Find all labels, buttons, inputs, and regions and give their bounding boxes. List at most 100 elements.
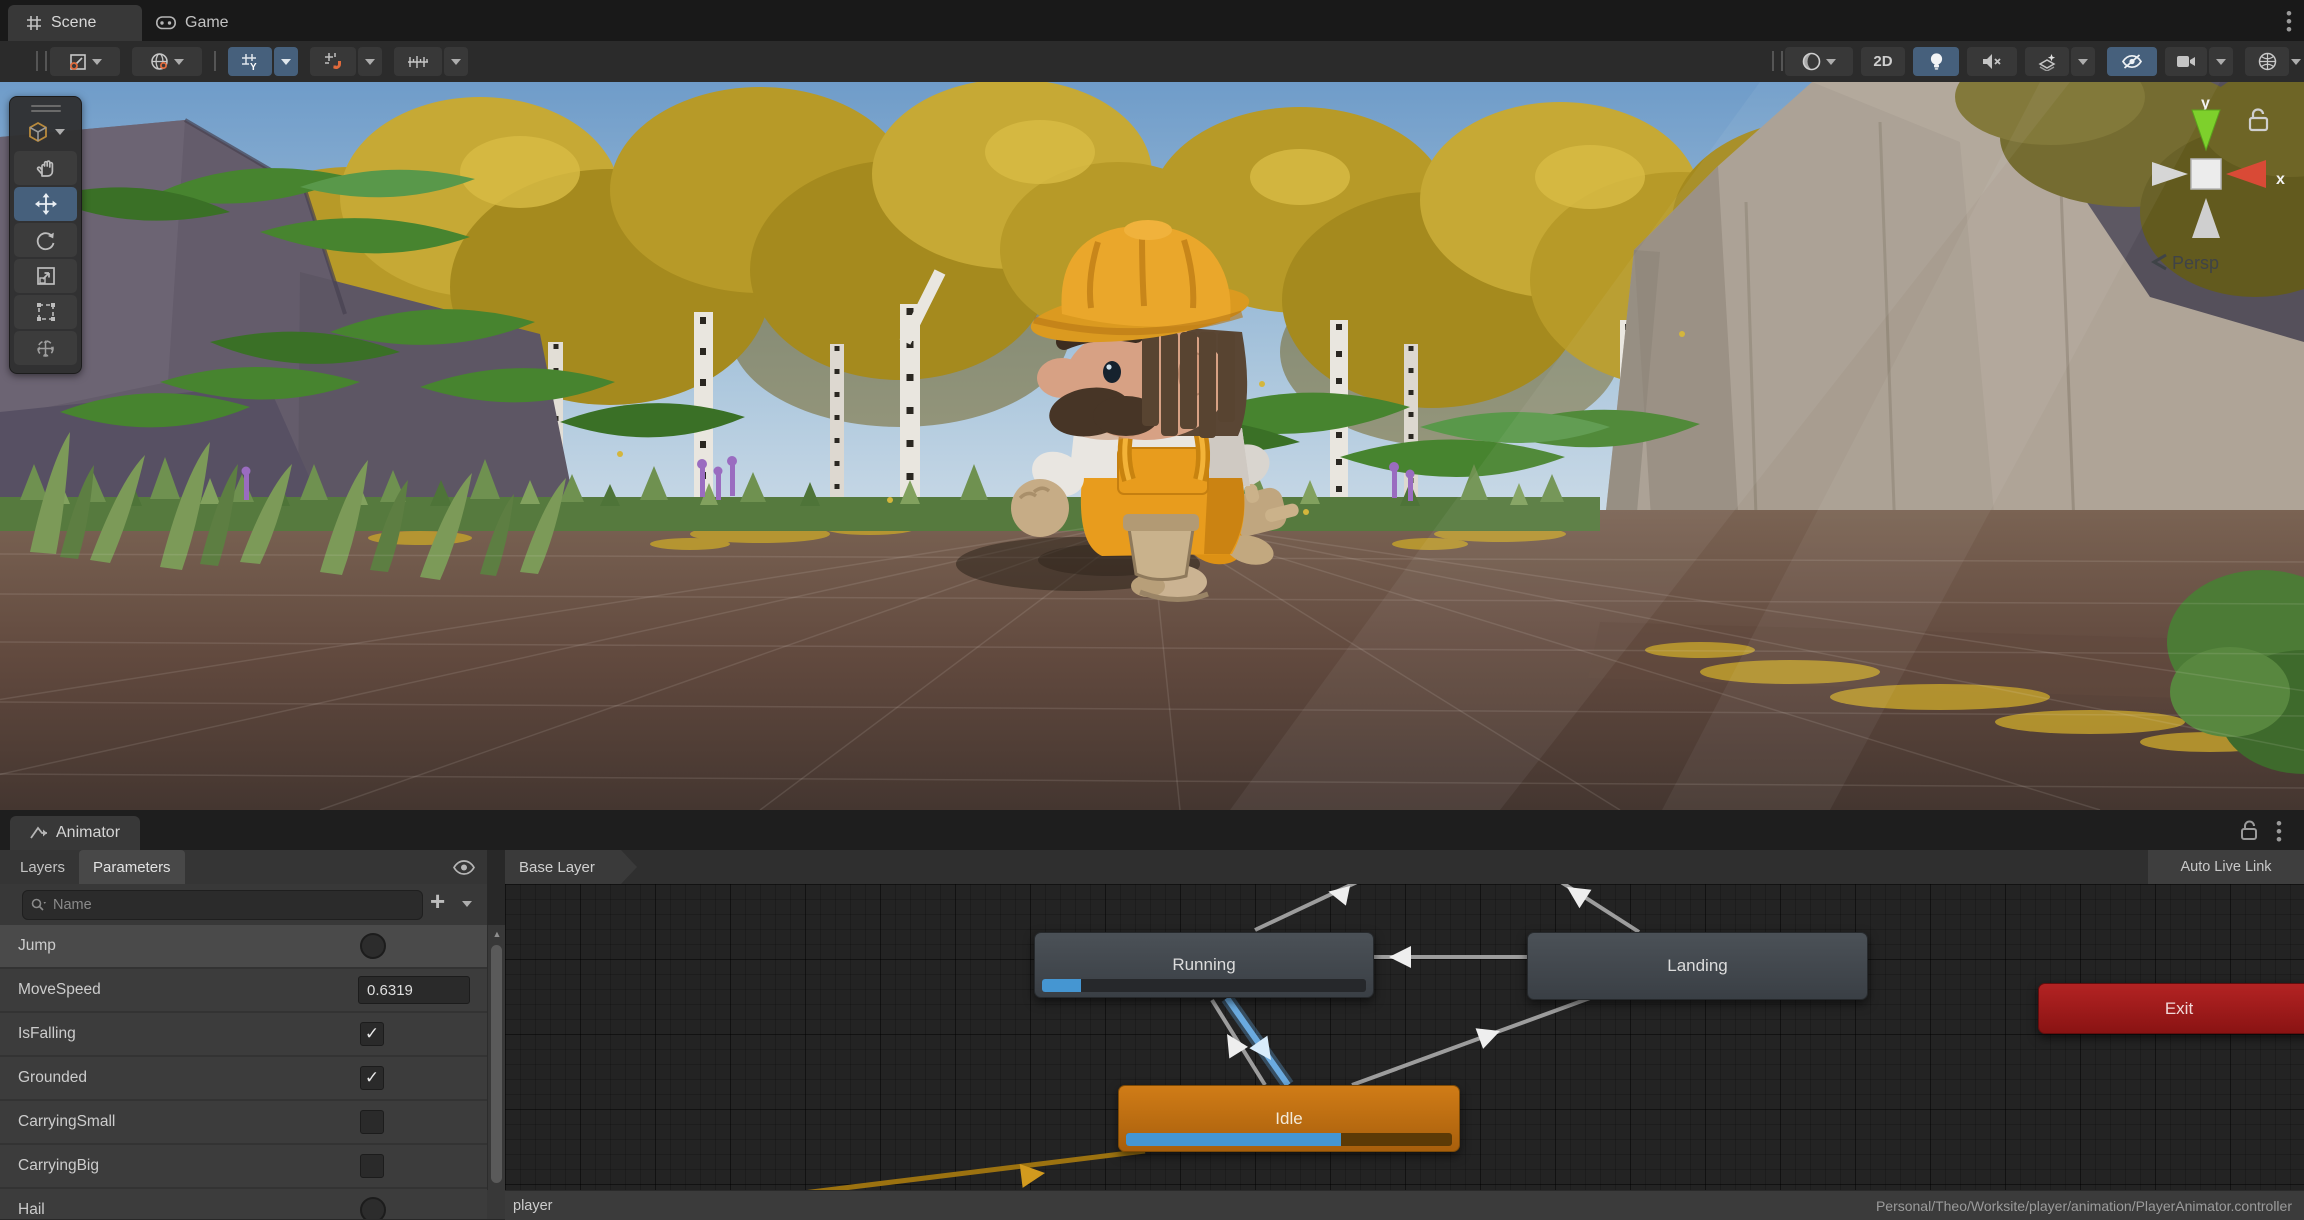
- lock-icon[interactable]: [2250, 110, 2267, 131]
- parameter-row-hail[interactable]: Hail: [0, 1189, 487, 1219]
- snap-settings-button[interactable]: [310, 47, 356, 76]
- auto-live-link-button[interactable]: Auto Live Link: [2148, 850, 2304, 884]
- parameter-row-isfalling[interactable]: IsFalling: [0, 1013, 487, 1057]
- scrollbar-thumb[interactable]: [491, 945, 502, 1183]
- rect-tool-icon: [36, 302, 56, 322]
- animator-status-bar: player Personal/Theo/Worksite/player/ani…: [505, 1190, 2304, 1220]
- view-cube-icon: [27, 121, 49, 143]
- gizmos-button[interactable]: [2245, 47, 2289, 76]
- scale-tool-button[interactable]: [14, 259, 77, 293]
- add-parameter-dropdown[interactable]: [462, 901, 472, 907]
- move-tool-button[interactable]: [14, 187, 77, 221]
- audio-toggle-button[interactable]: [1967, 47, 2017, 76]
- selected-object-label[interactable]: player: [505, 1198, 553, 1214]
- shading-mode-button[interactable]: [1785, 47, 1853, 76]
- checkbox[interactable]: [360, 1154, 384, 1178]
- add-parameter-button[interactable]: +: [430, 886, 445, 917]
- controller-asset-path: Personal/Theo/Worksite/player/animation/…: [1876, 1198, 2304, 1214]
- state-progress-fill: [1042, 979, 1081, 992]
- effects-icon: [2038, 53, 2057, 71]
- gizmo-axis-cone: [2152, 162, 2188, 186]
- parameter-row-jump[interactable]: Jump: [0, 925, 487, 969]
- transform-tool-button[interactable]: [14, 331, 77, 365]
- view-options-button[interactable]: [10, 115, 81, 149]
- chevron-down-icon: [281, 59, 291, 65]
- scene-camera-dropdown[interactable]: [2209, 47, 2233, 76]
- increment-snap-dropdown[interactable]: [444, 47, 468, 76]
- parameter-name: Hail: [18, 1201, 45, 1219]
- projection-label[interactable]: Persp: [2154, 253, 2219, 273]
- gizmo-x-axis: [2226, 160, 2266, 188]
- increment-snap-button[interactable]: [394, 47, 442, 76]
- panel-kebab-icon[interactable]: •••: [2276, 820, 2282, 844]
- effects-dropdown[interactable]: [2071, 47, 2095, 76]
- 2d-label: 2D: [1873, 53, 1892, 70]
- parameter-name: IsFalling: [18, 1025, 76, 1043]
- scene-viewport[interactable]: y x Persp: [0, 82, 2304, 810]
- state-node-landing[interactable]: Landing: [1527, 932, 1868, 1000]
- parameter-row-grounded[interactable]: Grounded: [0, 1057, 487, 1101]
- preview-eye-button[interactable]: [453, 850, 487, 884]
- trigger-radio[interactable]: [360, 933, 386, 959]
- parameter-row-movespeed[interactable]: MoveSpeed 0.6319: [0, 969, 487, 1013]
- orientation-gizmo[interactable]: y x Persp: [2130, 92, 2300, 282]
- editor-tab-bar: Scene Game •••: [0, 0, 2304, 41]
- toolbar-grip-icon[interactable]: [1772, 51, 1783, 71]
- breadcrumb-base-layer[interactable]: Base Layer: [505, 850, 637, 884]
- parameter-scrollbar[interactable]: ▲ ▼: [487, 925, 505, 1219]
- audio-mute-icon: [1982, 53, 2002, 70]
- chevron-down-icon: [1826, 59, 1836, 65]
- grid-y-icon: Y: [241, 53, 259, 71]
- transform-tool-icon: [35, 338, 56, 359]
- handle-orientation-button[interactable]: [132, 47, 202, 76]
- state-node-idle[interactable]: Idle: [1118, 1085, 1460, 1152]
- rotate-tool-button[interactable]: [14, 223, 77, 257]
- search-placeholder: Name: [53, 897, 92, 913]
- chevron-down-icon: [451, 59, 461, 65]
- rect-tool-button[interactable]: [14, 295, 77, 329]
- grid-visibility-button[interactable]: Y: [228, 47, 272, 76]
- grid-visibility-dropdown[interactable]: [274, 47, 298, 76]
- checkbox[interactable]: [360, 1022, 384, 1046]
- gizmos-dropdown[interactable]: [2291, 47, 2301, 76]
- kebab-icon[interactable]: •••: [2286, 10, 2292, 34]
- scene-camera-button[interactable]: [2165, 47, 2207, 76]
- checkbox[interactable]: [360, 1066, 384, 1090]
- state-node-running[interactable]: Running: [1034, 932, 1374, 998]
- snap-settings-dropdown[interactable]: [358, 47, 382, 76]
- float-field[interactable]: 0.6319: [358, 976, 470, 1004]
- toolbar-grip-icon[interactable]: [36, 51, 47, 71]
- panel-lock-icon[interactable]: [2240, 820, 2258, 840]
- hidden-objects-button[interactable]: [2107, 47, 2157, 76]
- palette-drag-handle[interactable]: [31, 105, 61, 107]
- tab-layers[interactable]: Layers: [6, 850, 79, 884]
- hand-tool-button[interactable]: [14, 151, 77, 185]
- gizmo-cube: [2191, 159, 2221, 189]
- chevron-down-icon: [2078, 59, 2088, 65]
- tab-game[interactable]: Game: [138, 5, 264, 41]
- chevron-down-icon: [92, 59, 102, 65]
- 2d-toggle-button[interactable]: 2D: [1861, 47, 1905, 76]
- chevron-down-icon: [55, 129, 65, 135]
- tab-parameters[interactable]: Parameters: [79, 850, 185, 884]
- scroll-up-icon[interactable]: ▲: [488, 929, 506, 939]
- pivot-button[interactable]: [50, 47, 120, 76]
- parameter-search-row: Name +: [0, 884, 487, 925]
- pivot-icon: [69, 53, 87, 71]
- scene-lighting-button[interactable]: [1913, 47, 1959, 76]
- chevron-down-icon: [2291, 59, 2301, 65]
- parameter-row-carryingbig[interactable]: CarryingBig: [0, 1145, 487, 1189]
- tab-scene[interactable]: Scene: [8, 5, 142, 41]
- state-progress-track: [1042, 979, 1366, 992]
- trigger-radio[interactable]: [360, 1197, 386, 1219]
- state-machine-canvas[interactable]: Running Landing Idle Exit: [505, 884, 2304, 1190]
- search-input[interactable]: Name: [22, 890, 423, 920]
- effects-button[interactable]: [2025, 47, 2069, 76]
- state-node-exit[interactable]: Exit: [2038, 983, 2304, 1034]
- parameter-row-carryingsmall[interactable]: CarryingSmall: [0, 1101, 487, 1145]
- statusbar-corner: [487, 1190, 505, 1219]
- parameter-name: MoveSpeed: [18, 981, 101, 999]
- checkbox[interactable]: [360, 1110, 384, 1134]
- eye-icon: [453, 860, 475, 875]
- tab-animator[interactable]: Animator: [10, 816, 140, 850]
